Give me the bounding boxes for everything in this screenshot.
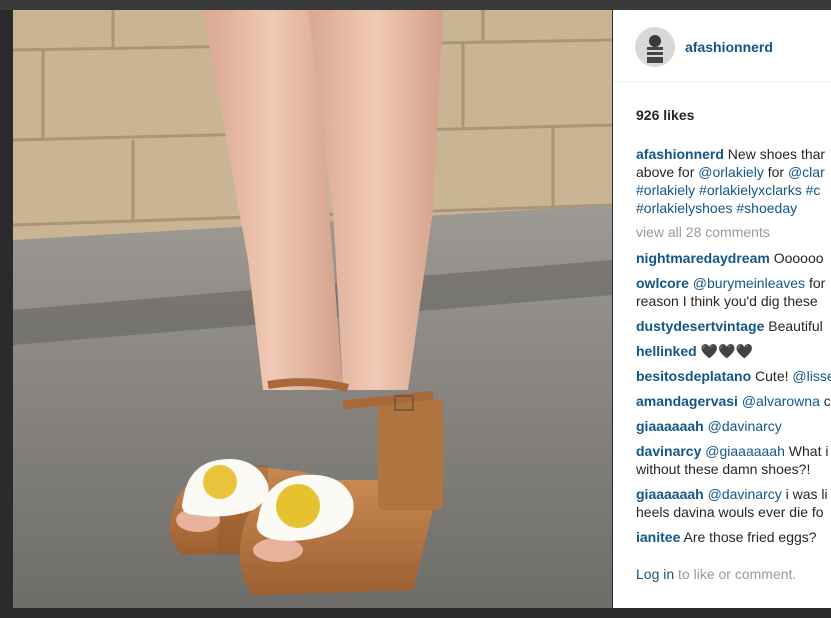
like-count[interactable]: 926 likes <box>636 107 694 123</box>
comment-username[interactable]: giaaaaaah <box>636 418 704 434</box>
comment: hellinked 🖤🖤🖤 <box>636 342 831 360</box>
caption-hashtags-1[interactable]: #orlakiely #orlakielyxclarks #c <box>636 181 831 199</box>
comment: nightmaredaydream Oooooo <box>636 249 831 267</box>
comment-text: Oooooo <box>769 250 824 266</box>
page-backdrop <box>0 0 831 10</box>
post-photo[interactable] <box>13 10 612 608</box>
post-author-username[interactable]: afashionnerd <box>685 39 773 55</box>
comment-mention[interactable]: @lisse <box>792 368 831 384</box>
caption-line-1: afashionnerd New shoes thar <box>636 145 831 163</box>
comment-mention[interactable]: @davinarcy <box>704 418 782 434</box>
comment: ianitee Are those fried eggs? <box>636 528 831 546</box>
comment-continuation: reason I think you'd dig these <box>636 293 818 309</box>
comment: davinarcy @giaaaaaah What i <box>636 442 831 460</box>
comment-mention[interactable]: @giaaaaaah <box>701 443 785 459</box>
login-link[interactable]: Log in <box>636 566 674 582</box>
comment-mention[interactable]: @burymeinleaves <box>689 275 805 291</box>
comment-text: Are those fried eggs? <box>680 529 817 545</box>
comment-username[interactable]: giaaaaaah <box>636 486 704 502</box>
comment-username[interactable]: owlcore <box>636 275 689 291</box>
comment-text: i was li <box>781 486 828 502</box>
comment-text: What i <box>784 443 829 459</box>
comment: owlcore @burymeinleaves for <box>636 274 831 292</box>
view-all-comments-link[interactable]: view all 28 comments <box>636 224 770 240</box>
caption-username[interactable]: afashionnerd <box>636 146 724 162</box>
comment-text: 🖤🖤🖤 <box>696 343 753 359</box>
comment-text: c <box>819 393 831 409</box>
comment: besitosdeplatano Cute! @lisse <box>636 367 831 385</box>
caption-mention-orlakiely[interactable]: @orlakiely <box>698 164 764 180</box>
avatar[interactable] <box>635 27 675 67</box>
caption-text: New shoes thar <box>727 146 826 162</box>
login-prompt-text: to like or comment. <box>674 566 797 582</box>
comment-username[interactable]: amandagervasi <box>636 393 738 409</box>
caption-text-3: for <box>763 164 788 180</box>
caption-mention-clarks[interactable]: @clar <box>788 164 825 180</box>
comment-continuation: without these damn shoes?! <box>636 461 811 477</box>
avatar-image <box>636 28 674 66</box>
comment-username[interactable]: dustydesertvintage <box>636 318 764 334</box>
post-header: afashionnerd <box>613 10 831 82</box>
comment: giaaaaaah @davinarcy i was li <box>636 485 831 503</box>
comment-text: for <box>805 275 826 291</box>
comment-username[interactable]: ianitee <box>636 529 680 545</box>
comment-username[interactable]: besitosdeplatano <box>636 368 751 384</box>
caption-line-2: above for @orlakiely for @clar <box>636 163 831 181</box>
comment-mention[interactable]: @davinarcy <box>704 486 782 502</box>
comment: giaaaaaah @davinarcy <box>636 417 831 435</box>
comment: dustydesertvintage Beautiful <box>636 317 831 335</box>
comment-username[interactable]: davinarcy <box>636 443 701 459</box>
caption-text-2: above for <box>636 164 699 180</box>
photo-illustration <box>13 10 612 608</box>
comment-text: Beautiful <box>764 318 823 334</box>
comment-continuation: heels davina wouls ever die fo <box>636 504 824 520</box>
comment: amandagervasi @alvarowna c <box>636 392 831 410</box>
comment-username[interactable]: nightmaredaydream <box>636 250 770 266</box>
login-prompt: Log in to like or comment. <box>636 566 796 582</box>
comment-username[interactable]: hellinked <box>636 343 697 359</box>
post-sidebar: afashionnerd 926 likes afashionnerd New … <box>613 10 831 608</box>
comment-text: Cute! <box>751 368 793 384</box>
caption-hashtags-2[interactable]: #orlakielyshoes #shoeday <box>636 199 831 217</box>
comment-mention[interactable]: @alvarowna <box>738 393 820 409</box>
